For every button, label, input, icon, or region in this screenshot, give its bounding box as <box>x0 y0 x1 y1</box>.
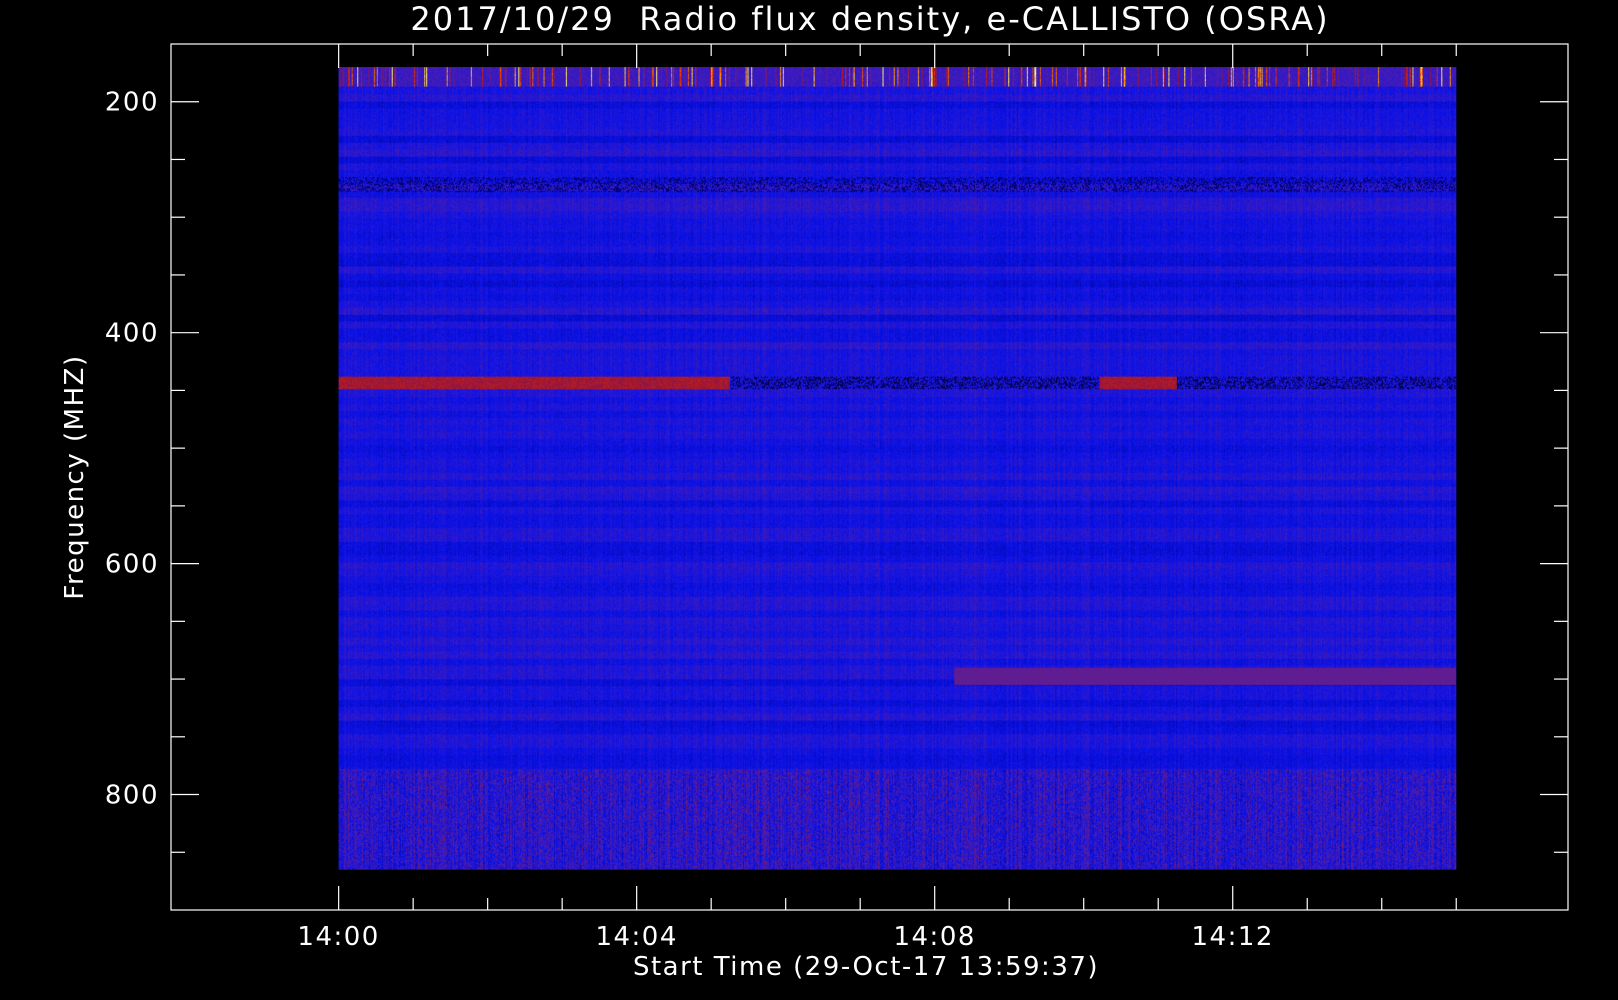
x-tick-label: 14:12 <box>1192 922 1274 952</box>
y-axis-label: Frequency (MHZ) <box>60 354 90 599</box>
y-tick-label: 600 <box>105 550 159 580</box>
y-tick-label: 200 <box>105 88 159 118</box>
y-tick-label: 400 <box>105 319 159 349</box>
x-tick-label: 14:00 <box>297 922 379 952</box>
plot-area <box>338 67 1457 870</box>
spectrogram-image <box>338 67 1457 870</box>
x-axis-label: Start Time (29-Oct-17 13:59:37) <box>633 952 1099 982</box>
spectrogram-figure: 2017/10/29 Radio flux density, e-CALLIST… <box>0 0 1618 1000</box>
x-tick-label: 14:04 <box>595 922 677 952</box>
x-tick-label: 14:08 <box>893 922 975 952</box>
y-tick-label: 800 <box>105 781 159 811</box>
chart-title: 2017/10/29 Radio flux density, e-CALLIST… <box>410 0 1329 38</box>
